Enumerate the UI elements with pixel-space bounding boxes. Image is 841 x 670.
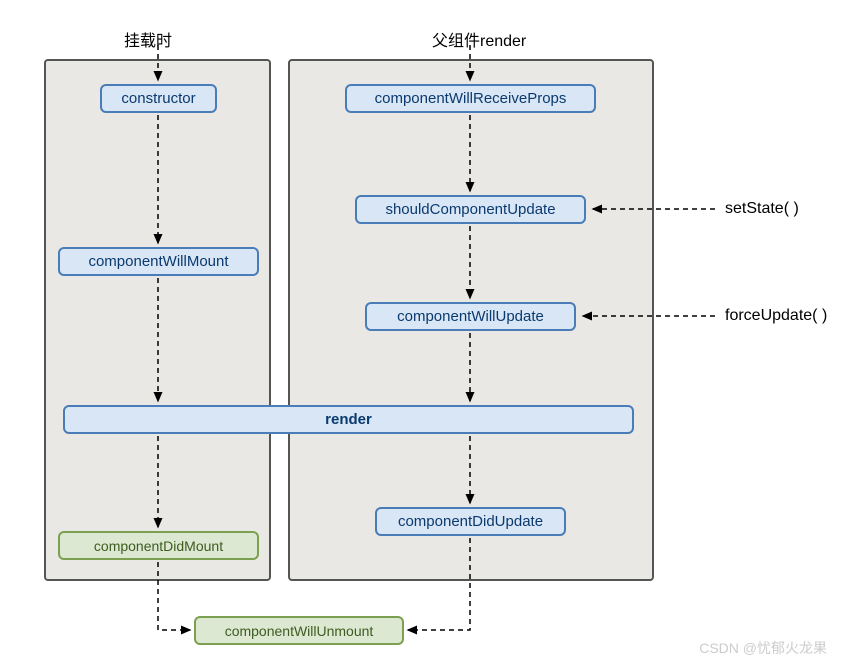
componentwillupdate-node: componentWillUpdate [365,302,576,331]
componentdidmount-node: componentDidMount [58,531,259,560]
componentwillunmount-node: componentWillUnmount [194,616,404,645]
shouldcomponentupdate-node: shouldComponentUpdate [355,195,586,224]
constructor-node: constructor [100,84,217,113]
forceupdate-label: forceUpdate( ) [725,307,827,325]
mounting-container [44,59,271,581]
componentdidupdate-node: componentDidUpdate [375,507,566,536]
componentwillmount-node: componentWillMount [58,247,259,276]
watermark-text: CSDN @忧郁火龙果 [699,638,827,658]
render-node: render [63,405,634,434]
updating-heading: 父组件render [432,27,526,51]
setstate-label: setState( ) [725,200,799,218]
componentwillreceiveprops-node: componentWillReceiveProps [345,84,596,113]
mounting-heading: 挂载时 [124,27,172,51]
